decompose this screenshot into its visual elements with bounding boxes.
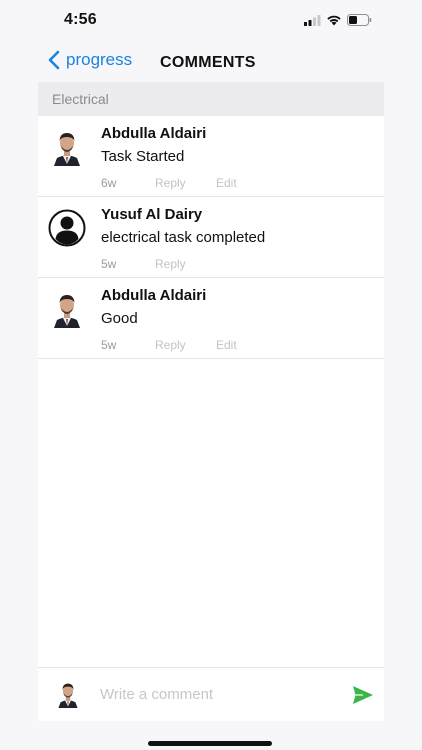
comment-time: 6w — [101, 176, 117, 190]
home-indicator-area — [38, 721, 384, 750]
comment-text: Good — [101, 310, 138, 327]
comment-author: Abdulla Aldairi — [101, 287, 207, 304]
reply-button[interactable]: Reply — [155, 257, 216, 271]
avatar — [48, 290, 86, 328]
left-margin — [0, 0, 38, 750]
comment-meta: 6w Reply Edit — [101, 176, 237, 190]
status-icons — [304, 14, 372, 26]
comment-item: Abdulla Aldairi Task Started 6w Reply Ed… — [38, 116, 384, 197]
section-header: Electrical — [38, 82, 384, 116]
navigation-bar: progress COMMENTS — [38, 42, 384, 82]
comment-meta: 5w Reply — [101, 257, 216, 271]
back-button[interactable]: progress — [48, 50, 132, 70]
comment-text: Task Started — [101, 148, 185, 165]
comment-time: 5w — [101, 257, 117, 271]
comment-composer — [38, 667, 384, 722]
back-button-label: progress — [66, 50, 133, 69]
right-margin — [384, 0, 422, 750]
section-title: Electrical — [52, 91, 109, 107]
comments-screen: 4:56 progress COMMENTS Electrical Abdull… — [38, 0, 384, 750]
wifi-icon — [327, 15, 341, 26]
edit-button[interactable]: Edit — [216, 176, 237, 190]
edit-button[interactable]: Edit — [216, 338, 237, 352]
send-icon[interactable] — [352, 684, 374, 706]
battery-icon — [347, 14, 372, 26]
reply-button[interactable]: Reply — [155, 176, 216, 190]
reply-button[interactable]: Reply — [155, 338, 216, 352]
comment-time: 5w — [101, 338, 117, 352]
page-title: COMMENTS — [160, 54, 256, 71]
status-bar: 4:56 — [38, 0, 384, 42]
comment-list: Abdulla Aldairi Task Started 6w Reply Ed… — [38, 116, 384, 359]
comment-meta: 5w Reply Edit — [101, 338, 237, 352]
status-time: 4:56 — [64, 11, 97, 28]
comment-item: Yusuf Al Dairy electrical task completed… — [38, 197, 384, 278]
signal-icon — [304, 14, 321, 26]
comment-item: Abdulla Aldairi Good 5w Reply Edit — [38, 278, 384, 359]
comment-author: Abdulla Aldairi — [101, 125, 207, 142]
comment-input[interactable] — [94, 680, 346, 708]
comment-text: electrical task completed — [101, 229, 266, 246]
app-screen: 4:56 progress COMMENTS Electrical Abdull… — [0, 0, 422, 750]
home-indicator[interactable] — [148, 741, 272, 746]
avatar — [48, 128, 86, 166]
comment-author: Yusuf Al Dairy — [101, 206, 203, 223]
avatar — [54, 680, 82, 708]
chevron-left-icon — [48, 50, 60, 70]
default-user-icon — [48, 209, 86, 247]
